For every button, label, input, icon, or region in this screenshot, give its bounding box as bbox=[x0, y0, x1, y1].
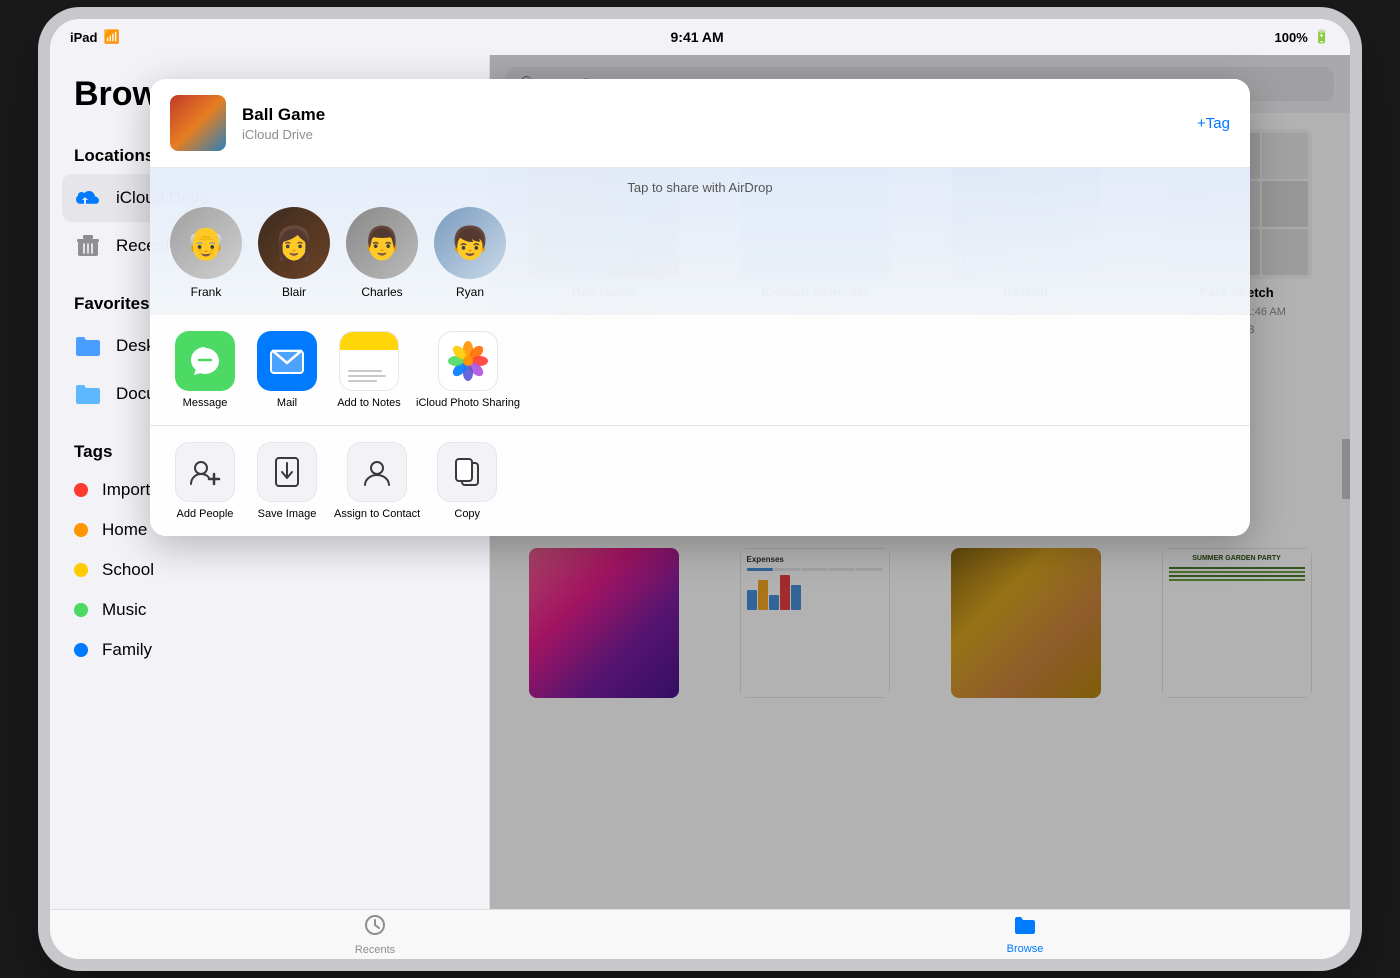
important-dot bbox=[74, 483, 88, 497]
recents-label: Recents bbox=[355, 944, 395, 956]
icloud-icon bbox=[74, 184, 102, 212]
add-people-icon bbox=[175, 442, 235, 502]
tab-bar: Recents Browse bbox=[50, 909, 1350, 959]
school-label: School bbox=[102, 560, 154, 580]
charles-avatar: 👨 bbox=[346, 207, 418, 279]
share-file-thumbnail bbox=[170, 95, 226, 151]
share-sheet-header: Ball Game iCloud Drive +Tag bbox=[150, 79, 1250, 168]
save-image-icon bbox=[257, 442, 317, 502]
share-file-info: Ball Game iCloud Drive bbox=[242, 105, 1181, 142]
action-add-people[interactable]: Add People bbox=[170, 442, 240, 520]
ryan-avatar: 👦 bbox=[434, 207, 506, 279]
status-left: iPad 📶 bbox=[70, 29, 120, 45]
wifi-icon: 📶 bbox=[103, 29, 119, 45]
assign-contact-label: Assign to Contact bbox=[334, 508, 420, 520]
contact-ryan[interactable]: 👦 Ryan bbox=[434, 207, 506, 299]
ipad-frame: iPad 📶 9:41 AM 100% 🔋 Browse Edit Locati… bbox=[50, 19, 1350, 959]
app-message[interactable]: Message bbox=[170, 331, 240, 409]
trash-icon bbox=[74, 232, 102, 260]
blair-avatar: 👩 bbox=[258, 207, 330, 279]
sidebar-item-family[interactable]: Family bbox=[62, 630, 477, 670]
save-image-label: Save Image bbox=[258, 508, 317, 520]
documents-folder-icon bbox=[74, 380, 102, 408]
tag-button[interactable]: +Tag bbox=[1197, 115, 1230, 132]
sidebar-item-music[interactable]: Music bbox=[62, 590, 477, 630]
home-dot bbox=[74, 523, 88, 537]
ryan-name: Ryan bbox=[456, 285, 484, 299]
add-people-label: Add People bbox=[177, 508, 234, 520]
music-label: Music bbox=[102, 600, 146, 620]
status-time: 9:41 AM bbox=[671, 29, 724, 45]
airdrop-section: Tap to share with AirDrop 👴 Frank 👩 Blai… bbox=[150, 168, 1250, 315]
mail-icon bbox=[257, 331, 317, 391]
home-label: Home bbox=[102, 520, 147, 540]
copy-label: Copy bbox=[454, 508, 480, 520]
sidebar-item-school[interactable]: School bbox=[62, 550, 477, 590]
desktop-folder-icon bbox=[74, 332, 102, 360]
action-copy[interactable]: Copy bbox=[432, 442, 502, 520]
icloud-photo-sharing-icon bbox=[438, 331, 498, 391]
notes-label: Add to Notes bbox=[337, 397, 401, 409]
locations-title: Locations bbox=[74, 146, 154, 166]
device-name: iPad bbox=[70, 30, 97, 45]
family-dot bbox=[74, 643, 88, 657]
assign-contact-icon bbox=[347, 442, 407, 502]
tags-title: Tags bbox=[74, 442, 112, 462]
app-row: Message Mail bbox=[150, 315, 1250, 426]
share-file-location: iCloud Drive bbox=[242, 127, 1181, 142]
airdrop-label: Tap to share with AirDrop bbox=[170, 180, 1230, 195]
notes-icon bbox=[339, 331, 399, 391]
status-bar: iPad 📶 9:41 AM 100% 🔋 bbox=[50, 19, 1350, 55]
browse-icon bbox=[1014, 915, 1036, 941]
recents-icon bbox=[364, 914, 386, 942]
contact-blair[interactable]: 👩 Blair bbox=[258, 207, 330, 299]
music-dot bbox=[74, 603, 88, 617]
app-icloud-photos[interactable]: iCloud Photo Sharing bbox=[416, 331, 520, 409]
blair-name: Blair bbox=[282, 285, 306, 299]
battery-icon: 🔋 bbox=[1314, 29, 1330, 45]
contact-frank[interactable]: 👴 Frank bbox=[170, 207, 242, 299]
airdrop-contacts: 👴 Frank 👩 Blair 👨 Charles bbox=[170, 207, 1230, 299]
action-save-image[interactable]: Save Image bbox=[252, 442, 322, 520]
tab-recents[interactable]: Recents bbox=[50, 914, 700, 956]
action-assign-contact[interactable]: Assign to Contact bbox=[334, 442, 420, 520]
frank-name: Frank bbox=[191, 285, 222, 299]
action-row: Add People Save Image bbox=[150, 426, 1250, 536]
tab-browse[interactable]: Browse bbox=[700, 915, 1350, 955]
battery-percentage: 100% bbox=[1275, 30, 1308, 45]
app-mail[interactable]: Mail bbox=[252, 331, 322, 409]
copy-icon bbox=[437, 442, 497, 502]
messages-icon bbox=[175, 331, 235, 391]
charles-name: Charles bbox=[361, 285, 402, 299]
status-right: 100% 🔋 bbox=[1275, 29, 1330, 45]
app-notes[interactable]: Add to Notes bbox=[334, 331, 404, 409]
icloud-photo-sharing-label: iCloud Photo Sharing bbox=[416, 397, 520, 409]
message-label: Message bbox=[183, 397, 228, 409]
browse-label: Browse bbox=[1007, 943, 1044, 955]
share-sheet: Ball Game iCloud Drive +Tag Tap to share… bbox=[150, 79, 1250, 536]
frank-avatar: 👴 bbox=[170, 207, 242, 279]
contact-charles[interactable]: 👨 Charles bbox=[346, 207, 418, 299]
family-label: Family bbox=[102, 640, 152, 660]
share-file-name: Ball Game bbox=[242, 105, 1181, 125]
favorites-title: Favorites bbox=[74, 294, 150, 314]
school-dot bbox=[74, 563, 88, 577]
mail-label: Mail bbox=[277, 397, 297, 409]
